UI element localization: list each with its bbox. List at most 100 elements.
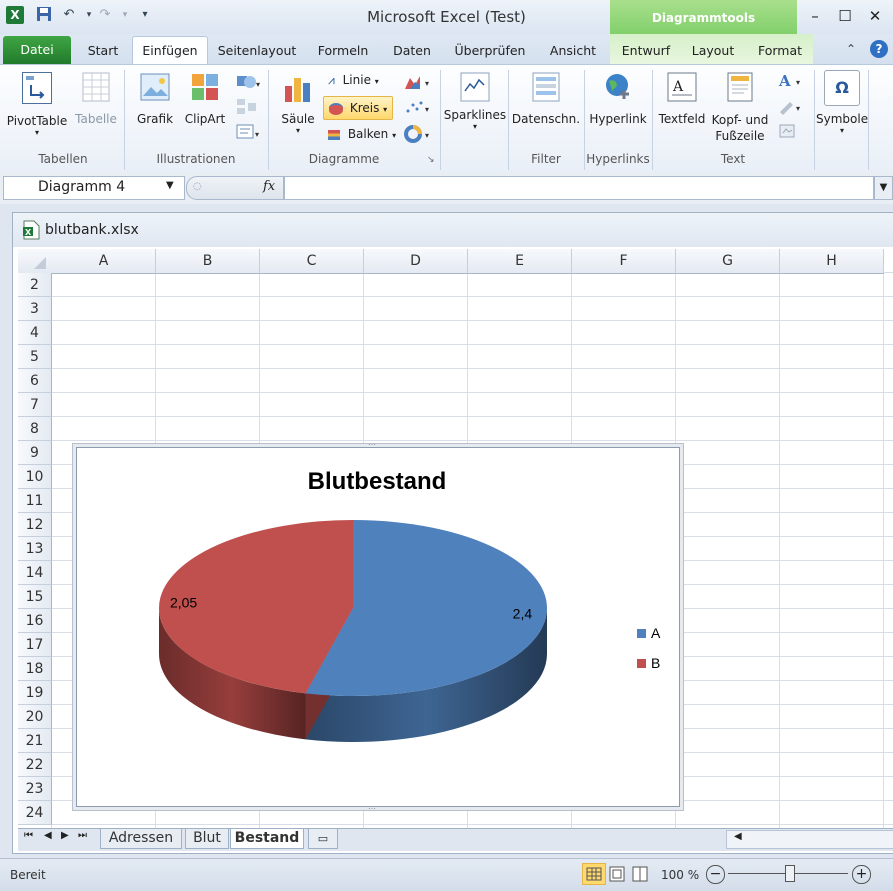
minimize-icon[interactable]: – [804, 6, 826, 26]
row-header-5[interactable]: 5 [18, 345, 52, 369]
zoom-out-button[interactable]: − [706, 865, 725, 884]
pie-plot[interactable]: 2,4 2,05 [158, 520, 547, 742]
signature-line-icon[interactable]: ▾ [778, 98, 806, 116]
clipart-button[interactable]: ClipArt [182, 72, 228, 126]
row-header-18[interactable]: 18 [18, 657, 52, 681]
select-all-corner[interactable] [18, 249, 53, 274]
next-sheet-icon[interactable]: ▶ [61, 830, 69, 841]
formula-bar-handle-icon[interactable]: ◌ [193, 181, 202, 192]
zoom-slider-thumb[interactable] [785, 865, 795, 882]
slicer-button[interactable]: Datenschn. [511, 72, 581, 126]
row-header-4[interactable]: 4 [18, 321, 52, 345]
tab-review[interactable]: Überprüfen [450, 40, 530, 64]
column-header-e[interactable]: E [468, 249, 572, 274]
row-header-22[interactable]: 22 [18, 753, 52, 777]
header-footer-button[interactable]: Kopf- und Fußzeile [708, 72, 772, 144]
symbols-button[interactable]: Ω Symbole ▾ [816, 70, 868, 135]
row-header-15[interactable]: 15 [18, 585, 52, 609]
pie-chart-button[interactable]: Kreis ▾ [323, 96, 393, 120]
maximize-icon[interactable]: ☐ [834, 6, 856, 26]
scroll-left-icon[interactable]: ◀ [734, 831, 742, 842]
row-header-13[interactable]: 13 [18, 537, 52, 561]
row-header-16[interactable]: 16 [18, 609, 52, 633]
sheet-tab-adressen[interactable]: Adressen [100, 829, 182, 849]
help-icon[interactable]: ? [870, 40, 888, 58]
last-sheet-icon[interactable]: ⏭ [78, 830, 87, 841]
minimize-ribbon-icon[interactable]: ⌃ [846, 42, 856, 56]
smartart-icon[interactable] [236, 98, 262, 116]
tab-file[interactable]: Datei [3, 36, 71, 64]
column-chart-button[interactable]: Säule ▾ [276, 72, 320, 135]
legend-entry-b[interactable]: B [651, 655, 660, 671]
page-break-view-button[interactable] [630, 864, 650, 884]
first-sheet-icon[interactable]: ⏮ [24, 830, 33, 841]
scatter-chart-icon[interactable]: ▾ [404, 99, 434, 117]
row-header-21[interactable]: 21 [18, 729, 52, 753]
row-header-19[interactable]: 19 [18, 681, 52, 705]
row-header-12[interactable]: 12 [18, 513, 52, 537]
tab-view[interactable]: Ansicht [545, 40, 601, 64]
row-header-10[interactable]: 10 [18, 465, 52, 489]
zoom-level[interactable]: 100 % [661, 868, 699, 882]
prev-sheet-icon[interactable]: ◀ [44, 830, 52, 841]
row-header-8[interactable]: 8 [18, 417, 52, 441]
tab-start[interactable]: Start [80, 40, 126, 64]
chart-title[interactable]: Blutbestand [308, 468, 447, 495]
zoom-in-button[interactable]: + [852, 865, 871, 884]
textbox-button[interactable]: A Textfeld [656, 72, 708, 126]
close-icon[interactable]: ✕ [864, 6, 886, 26]
row-header-3[interactable]: 3 [18, 297, 52, 321]
horizontal-scrollbar[interactable] [726, 830, 893, 849]
row-header-2[interactable]: 2 [18, 273, 52, 297]
column-header-g[interactable]: G [676, 249, 780, 274]
bar-chart-button[interactable]: Balken ▾ [328, 127, 400, 145]
line-chart-button[interactable]: ⩘ Linie ▾ [328, 73, 390, 91]
object-icon[interactable] [778, 123, 802, 141]
row-header-20[interactable]: 20 [18, 705, 52, 729]
sheet-tab-bestand[interactable]: Bestand [230, 829, 304, 849]
sheet-tab-blut[interactable]: Blut [185, 829, 229, 849]
row-header-6[interactable]: 6 [18, 369, 52, 393]
row-header-7[interactable]: 7 [18, 393, 52, 417]
name-box-dropdown-icon[interactable]: ▼ [166, 180, 174, 191]
sparklines-button[interactable]: Sparklines ▾ [443, 72, 507, 131]
insert-function-button[interactable]: fx [263, 179, 275, 194]
column-header-a[interactable]: A [52, 249, 156, 274]
charts-dialog-launcher-icon[interactable]: ↘ [427, 155, 435, 165]
data-label-a[interactable]: 2,4 [513, 605, 533, 621]
chart-resize-handle-top[interactable]: ⋯ [368, 440, 376, 449]
tab-format[interactable]: Format [752, 40, 808, 64]
row-header-17[interactable]: 17 [18, 633, 52, 657]
tab-formulas[interactable]: Formeln [312, 40, 374, 64]
column-header-f[interactable]: F [572, 249, 676, 274]
tab-design[interactable]: Entwurf [616, 40, 676, 64]
data-label-b[interactable]: 2,05 [170, 595, 197, 611]
column-header-c[interactable]: C [260, 249, 364, 274]
shapes-icon[interactable]: ▾ [236, 73, 262, 91]
tab-page-layout[interactable]: Seitenlayout [215, 40, 299, 64]
row-header-23[interactable]: 23 [18, 777, 52, 801]
formula-input[interactable] [284, 176, 874, 200]
tab-insert[interactable]: Einfügen [132, 36, 208, 67]
normal-view-button[interactable] [582, 863, 606, 885]
tab-data[interactable]: Daten [388, 40, 436, 64]
legend-entry-a[interactable]: A [651, 625, 661, 641]
row-header-24[interactable]: 24 [18, 801, 52, 825]
pivottable-button[interactable]: PivotTable ▾ [4, 72, 70, 137]
table-button[interactable]: Tabelle [72, 72, 120, 126]
other-charts-icon[interactable]: ▾ [404, 125, 434, 143]
row-header-11[interactable]: 11 [18, 489, 52, 513]
row-header-14[interactable]: 14 [18, 561, 52, 585]
row-header-9[interactable]: 9 [18, 441, 52, 465]
chart-area[interactable]: Blutbestand 2,4 2,05 AB [76, 447, 680, 807]
chart-legend[interactable]: AB [637, 625, 661, 671]
expand-formula-bar-icon[interactable]: ▼ [874, 176, 893, 200]
screenshot-icon[interactable]: ▾ [236, 123, 262, 141]
chart-resize-handle-bottom[interactable]: ⋯ [368, 804, 376, 813]
column-header-d[interactable]: D [364, 249, 468, 274]
column-header-b[interactable]: B [156, 249, 260, 274]
picture-button[interactable]: Grafik [132, 72, 178, 126]
insert-sheet-icon[interactable]: ▭ [308, 829, 338, 849]
wordart-icon[interactable]: A ▾ [778, 72, 806, 90]
hyperlink-button[interactable]: Hyperlink [588, 72, 648, 126]
